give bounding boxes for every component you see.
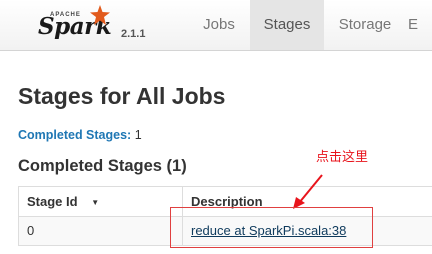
spark-version: 2.1.1 <box>121 28 146 40</box>
tab-environment[interactable]: E <box>406 0 432 50</box>
stage-id-header-label: Stage Id <box>27 194 78 209</box>
completed-stages-link[interactable]: Completed Stages: <box>18 128 131 142</box>
stage-id-cell: 0 <box>19 217 183 245</box>
annotation-click-here: 点击这里 <box>316 150 369 165</box>
navbar: APACHE Spark 2.1.1 Jobs Stages Storage E <box>0 0 432 51</box>
page-title: Stages for All Jobs <box>18 83 226 109</box>
completed-stages-heading[interactable]: Completed Stages (1) <box>18 155 187 177</box>
tab-jobs[interactable]: Jobs <box>190 0 248 50</box>
completed-stages-count: 1 <box>134 128 142 142</box>
sort-desc-icon[interactable]: ▼ <box>91 198 99 207</box>
tab-stages[interactable]: Stages <box>250 0 324 50</box>
annotation-highlight-box <box>170 207 373 248</box>
stages-summary: Completed Stages: 1 <box>18 127 142 143</box>
annotation-arrow-icon <box>293 174 323 209</box>
column-header-stage-id[interactable]: Stage Id ▼ <box>19 187 183 216</box>
spark-star-icon <box>90 5 110 25</box>
tab-storage[interactable]: Storage <box>326 0 404 50</box>
spark-logo[interactable]: APACHE Spark 2.1.1 <box>36 2 156 48</box>
